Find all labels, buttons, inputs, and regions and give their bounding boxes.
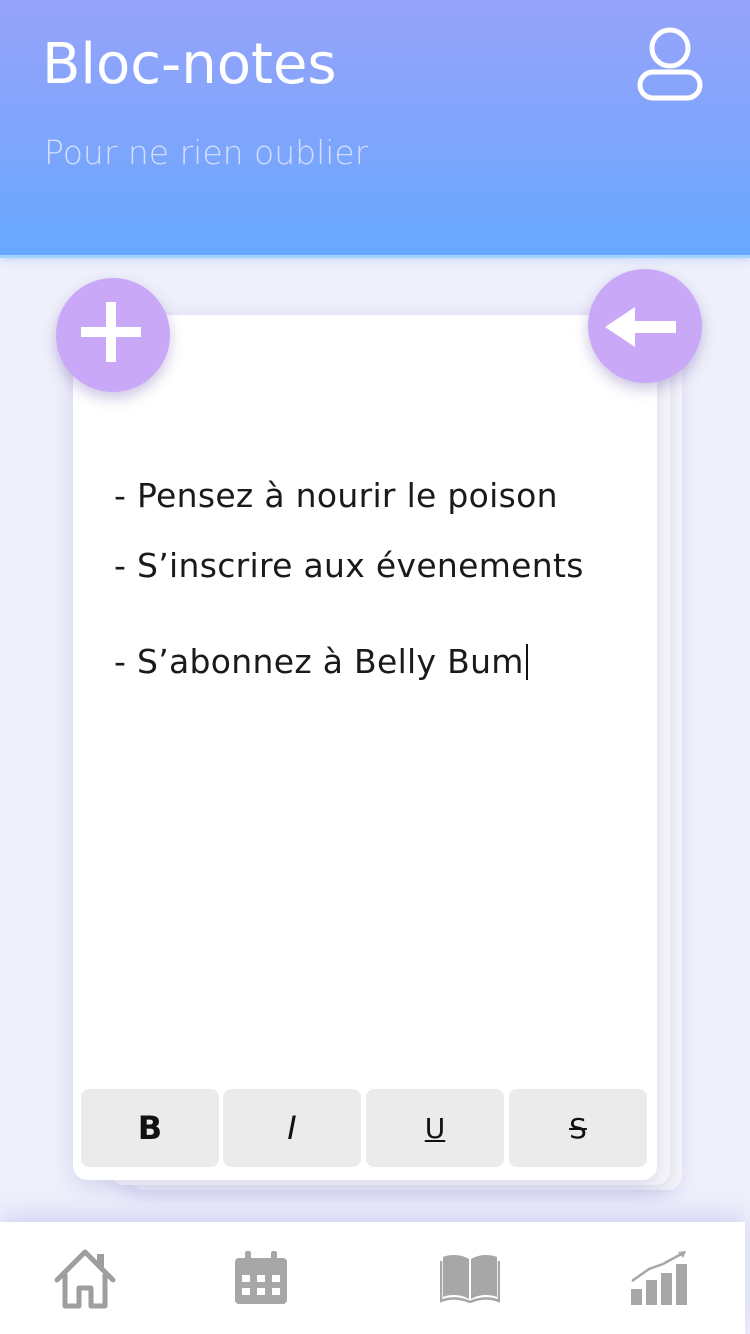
note-line-text: - S’abonnez à Belly Bum: [114, 642, 524, 681]
arrow-left-icon: [605, 307, 676, 347]
back-button[interactable]: [588, 269, 702, 383]
page-subtitle: Pour ne rien oublier: [44, 133, 369, 172]
nav-stats[interactable]: [600, 1222, 720, 1334]
nav-calendar[interactable]: [201, 1222, 321, 1334]
plus-icon: [81, 302, 141, 362]
note-line: - S’inscrire aux évenements: [114, 546, 584, 585]
underline-button[interactable]: U: [366, 1089, 504, 1167]
bold-button[interactable]: B: [81, 1089, 219, 1167]
italic-button[interactable]: I: [223, 1089, 361, 1167]
strikethrough-button[interactable]: S: [509, 1089, 647, 1167]
profile-button[interactable]: [636, 26, 704, 104]
nav-book[interactable]: [410, 1222, 530, 1334]
page-title: Bloc-notes: [42, 32, 337, 97]
note-line: - Pensez à nourir le poison: [114, 476, 558, 515]
header: Bloc-notes Pour ne rien oublier: [0, 0, 750, 258]
stats-icon: [631, 1250, 687, 1305]
add-note-button[interactable]: [56, 278, 170, 392]
note-card[interactable]: [73, 315, 657, 1180]
nav-home[interactable]: [25, 1222, 145, 1334]
calendar-icon: [235, 1251, 287, 1304]
user-icon: [637, 27, 703, 101]
format-toolbar: B I U S: [81, 1089, 649, 1167]
book-icon: [440, 1254, 500, 1303]
note-line-with-caret: - S’abonnez à Belly Bum: [114, 642, 528, 681]
text-caret: [525, 644, 528, 680]
bottom-nav: [0, 1222, 745, 1334]
home-icon: [54, 1249, 116, 1309]
